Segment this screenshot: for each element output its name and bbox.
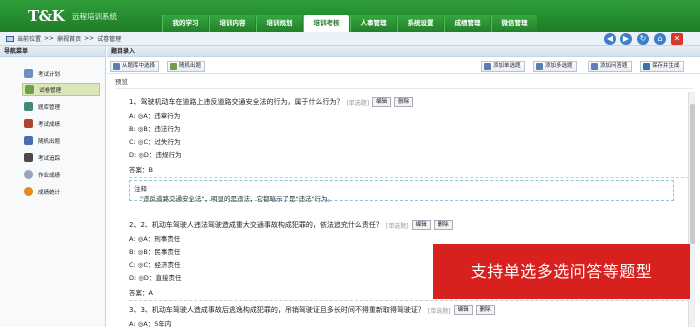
list-icon	[113, 63, 120, 70]
top-header: T&K 远程培训系统 我的学习 培训内容 培训规划 培训考核 人事管理 系统设置…	[0, 0, 700, 32]
option-a[interactable]: A: ◎A：刑事责任	[129, 233, 689, 243]
delete-button[interactable]: 删除	[475, 305, 495, 315]
pie-chart-icon	[24, 187, 33, 196]
sidebar: 导航菜单 考试计划 试卷管理 题库管理 考试成绩 随机出题 考试追踪 作业成绩 …	[0, 46, 106, 327]
note-label: 注释	[134, 185, 147, 193]
sidebar-item-question-bank[interactable]: 题库管理	[22, 100, 100, 113]
edit-button[interactable]: 编辑	[372, 97, 392, 107]
nav-tab-training-plan[interactable]: 培训规划	[256, 15, 302, 32]
question-item: 1、驾驶机动车在道路上违反道路交通安全法的行为，属于什么行为？ [单选题] 编辑…	[129, 97, 689, 203]
sidebar-item-label: 试卷管理	[39, 87, 62, 94]
select-from-bank-button[interactable]: 从题库中选择	[110, 61, 160, 72]
monitor-icon	[24, 153, 33, 162]
breadcrumb-item[interactable]: 鼎视首页	[57, 34, 81, 43]
nav-tab-hr[interactable]: 人事管理	[350, 15, 396, 32]
nav-tab-wechat[interactable]: 微信管理	[491, 15, 537, 32]
panel-title: 题目录入	[107, 46, 700, 57]
option-a[interactable]: A: ◎A：5年内	[129, 318, 689, 327]
promo-banner: 支持单选多选问答等题型	[433, 244, 690, 299]
option-d[interactable]: D: ◎D：违规行为	[129, 149, 689, 159]
breadcrumb-separator: >>	[84, 35, 95, 42]
homework-icon	[24, 170, 33, 179]
preview-label: 预览	[115, 78, 128, 86]
logo: T&K	[28, 7, 65, 25]
dice-icon	[24, 136, 33, 145]
sidebar-item-label: 作业成绩	[38, 172, 61, 179]
question-type: [单选题]	[385, 222, 409, 230]
sidebar-item-score-statistics[interactable]: 成绩统计	[22, 185, 100, 198]
breadcrumb-item[interactable]: 试卷管理	[97, 34, 121, 43]
calendar-icon	[24, 69, 33, 78]
edit-button[interactable]: 编辑	[411, 220, 431, 230]
answer: 答案：B	[129, 164, 689, 178]
question-title-row: 1、驾驶机动车在道路上违反道路交通安全法的行为，属于什么行为？ [单选题] 编辑…	[129, 97, 689, 107]
sidebar-title: 导航菜单	[0, 46, 105, 57]
add-single-choice-button[interactable]: 添加单选题	[481, 61, 525, 72]
nav-tab-grades[interactable]: 成绩管理	[444, 15, 490, 32]
sidebar-item-paper-management[interactable]: 试卷管理	[22, 83, 100, 96]
breadcrumb-separator: >>	[44, 35, 55, 42]
paper-icon	[25, 85, 34, 94]
add-qa-button[interactable]: 添加问答题	[588, 61, 632, 72]
sidebar-item-homework-scores[interactable]: 作业成绩	[22, 168, 100, 181]
add-icon	[484, 63, 491, 70]
monitor-icon	[6, 35, 14, 42]
forward-arrow-icon[interactable]: ▶	[620, 33, 632, 45]
option-c[interactable]: C: ◎C：过失行为	[129, 136, 689, 146]
scrollbar-thumb[interactable]	[690, 104, 695, 244]
main-nav: 我的学习 培训内容 培训规划 培训考核 人事管理 系统设置 成绩管理 微信管理	[162, 15, 538, 32]
score-icon	[24, 119, 33, 128]
delete-button[interactable]: 删除	[433, 220, 453, 230]
option-a[interactable]: A: ◎A：违章行为	[129, 110, 689, 120]
save-and-generate-button[interactable]: 保存并生成	[640, 61, 684, 72]
close-icon[interactable]: ✕	[671, 33, 683, 45]
sidebar-item-exam-plan[interactable]: 考试计划	[22, 67, 100, 80]
sidebar-item-label: 成绩统计	[38, 189, 61, 196]
question-type: [单选题]	[346, 99, 370, 107]
toolbar: 从题库中选择 随机出题 添加单选题 添加多选题 添加问答题 保存并生成	[107, 59, 700, 74]
nav-tab-training-content[interactable]: 培训内容	[209, 15, 255, 32]
sidebar-item-label: 考试追踪	[38, 155, 61, 162]
book-icon	[24, 102, 33, 111]
random-questions-button[interactable]: 随机出题	[167, 61, 206, 72]
add-icon	[536, 63, 543, 70]
app-window: T&K 远程培训系统 我的学习 培训内容 培训规划 培训考核 人事管理 系统设置…	[0, 0, 700, 327]
breadcrumb: 当前位置 >> 鼎视首页 >> 试卷管理	[6, 34, 121, 43]
refresh-icon[interactable]: ↻	[637, 33, 649, 45]
question-title-row: 2、2、机动车驾驶人违法驾驶造成重大交通事故构成犯罪的，依法追究什么责任？ [单…	[129, 220, 689, 230]
question-title: 1、驾驶机动车在道路上违反道路交通安全法的行为，属于什么行为？	[129, 98, 344, 106]
dice-icon	[170, 63, 177, 70]
breadcrumb-item: 当前位置	[17, 36, 42, 43]
nav-tab-my-study[interactable]: 我的学习	[162, 15, 208, 32]
breadcrumb-bar: 当前位置 >> 鼎视首页 >> 试卷管理 ◀ ▶ ↻ ⌂ ✕	[0, 32, 700, 46]
add-multi-choice-button[interactable]: 添加多选题	[533, 61, 577, 72]
sidebar-item-label: 考试计划	[38, 71, 61, 78]
note-box: 注释 "违反道路交通安全法"，明显的是违法，它都暗示了是"违法"行为。	[129, 180, 674, 203]
sidebar-item-label: 考试成绩	[38, 121, 61, 128]
edit-button[interactable]: 编辑	[453, 305, 473, 315]
question-title-row: 3、3、机动车驾驶人造成事故后逃逸构成犯罪的，吊销驾驶证且多长时间不得重新取得驾…	[129, 305, 689, 315]
question-type: [单选题]	[427, 307, 451, 315]
home-icon[interactable]: ⌂	[654, 33, 666, 45]
system-name: 远程培训系统	[72, 12, 117, 21]
add-icon	[591, 63, 598, 70]
sidebar-item-label: 随机出题	[38, 138, 61, 145]
question-item: 3、3、机动车驾驶人造成事故后逃逸构成犯罪的，吊销驾驶证且多长时间不得重新取得驾…	[129, 305, 689, 327]
save-icon	[643, 63, 650, 70]
note-text: "违反道路交通安全法"，明显的是违法，它都暗示了是"违法"行为。	[140, 195, 334, 203]
sidebar-item-random-questions[interactable]: 随机出题	[22, 134, 100, 147]
nav-tab-settings[interactable]: 系统设置	[397, 15, 443, 32]
option-b[interactable]: B: ◎B：违法行为	[129, 123, 689, 133]
sidebar-item-exam-scores[interactable]: 考试成绩	[22, 117, 100, 130]
delete-button[interactable]: 删除	[394, 97, 414, 107]
question-title: 3、3、机动车驾驶人造成事故后逃逸构成犯罪的，吊销驾驶证且多长时间不得重新取得驾…	[129, 306, 425, 314]
back-arrow-icon[interactable]: ◀	[604, 33, 616, 45]
question-title: 2、2、机动车驾驶人违法驾驶造成重大交通事故构成犯罪的，依法追究什么责任？	[129, 221, 383, 229]
sidebar-item-exam-tracking[interactable]: 考试追踪	[22, 151, 100, 164]
nav-tab-training-exam[interactable]: 培训考核	[303, 15, 349, 32]
sidebar-item-label: 题库管理	[38, 104, 61, 111]
